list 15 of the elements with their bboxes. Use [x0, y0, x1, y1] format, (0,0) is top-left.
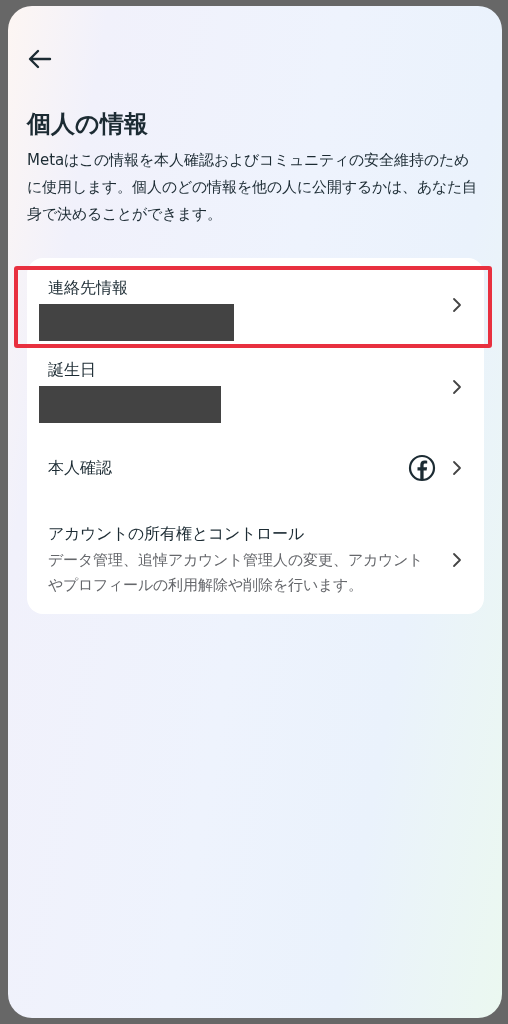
chevron-right-icon	[450, 377, 464, 396]
item-label: 誕生日	[48, 358, 97, 381]
facebook-icon	[408, 453, 436, 482]
chevron-right-icon	[450, 295, 464, 314]
page-description: Metaはこの情報を本人確認およびコミュニティの安全維持のために使用します。個人のどの情報を他の人に公開するかは、あなた自身で決めることができます。	[27, 149, 478, 225]
chevron-right-icon	[450, 458, 464, 477]
list-item[interactable]: 本人確認	[27, 429, 484, 506]
page-title: 個人の情報	[27, 110, 149, 139]
item-label: 連絡先情報	[48, 276, 129, 299]
item-label: アカウントの所有権とコントロール	[48, 522, 305, 545]
chevron-right-icon	[450, 550, 464, 569]
list-item[interactable]: 誕生日	[27, 347, 484, 430]
list-item[interactable]: アカウントの所有権とコントロール データ管理、追悼アカウント管理人の変更、アカウントやプロフィールの利用解除や削除を行います。	[27, 505, 484, 604]
item-description: データ管理、追悼アカウント管理人の変更、アカウントやプロフィールの利用解除や削除を行います。	[48, 549, 424, 596]
item-label: 本人確認	[48, 456, 113, 479]
